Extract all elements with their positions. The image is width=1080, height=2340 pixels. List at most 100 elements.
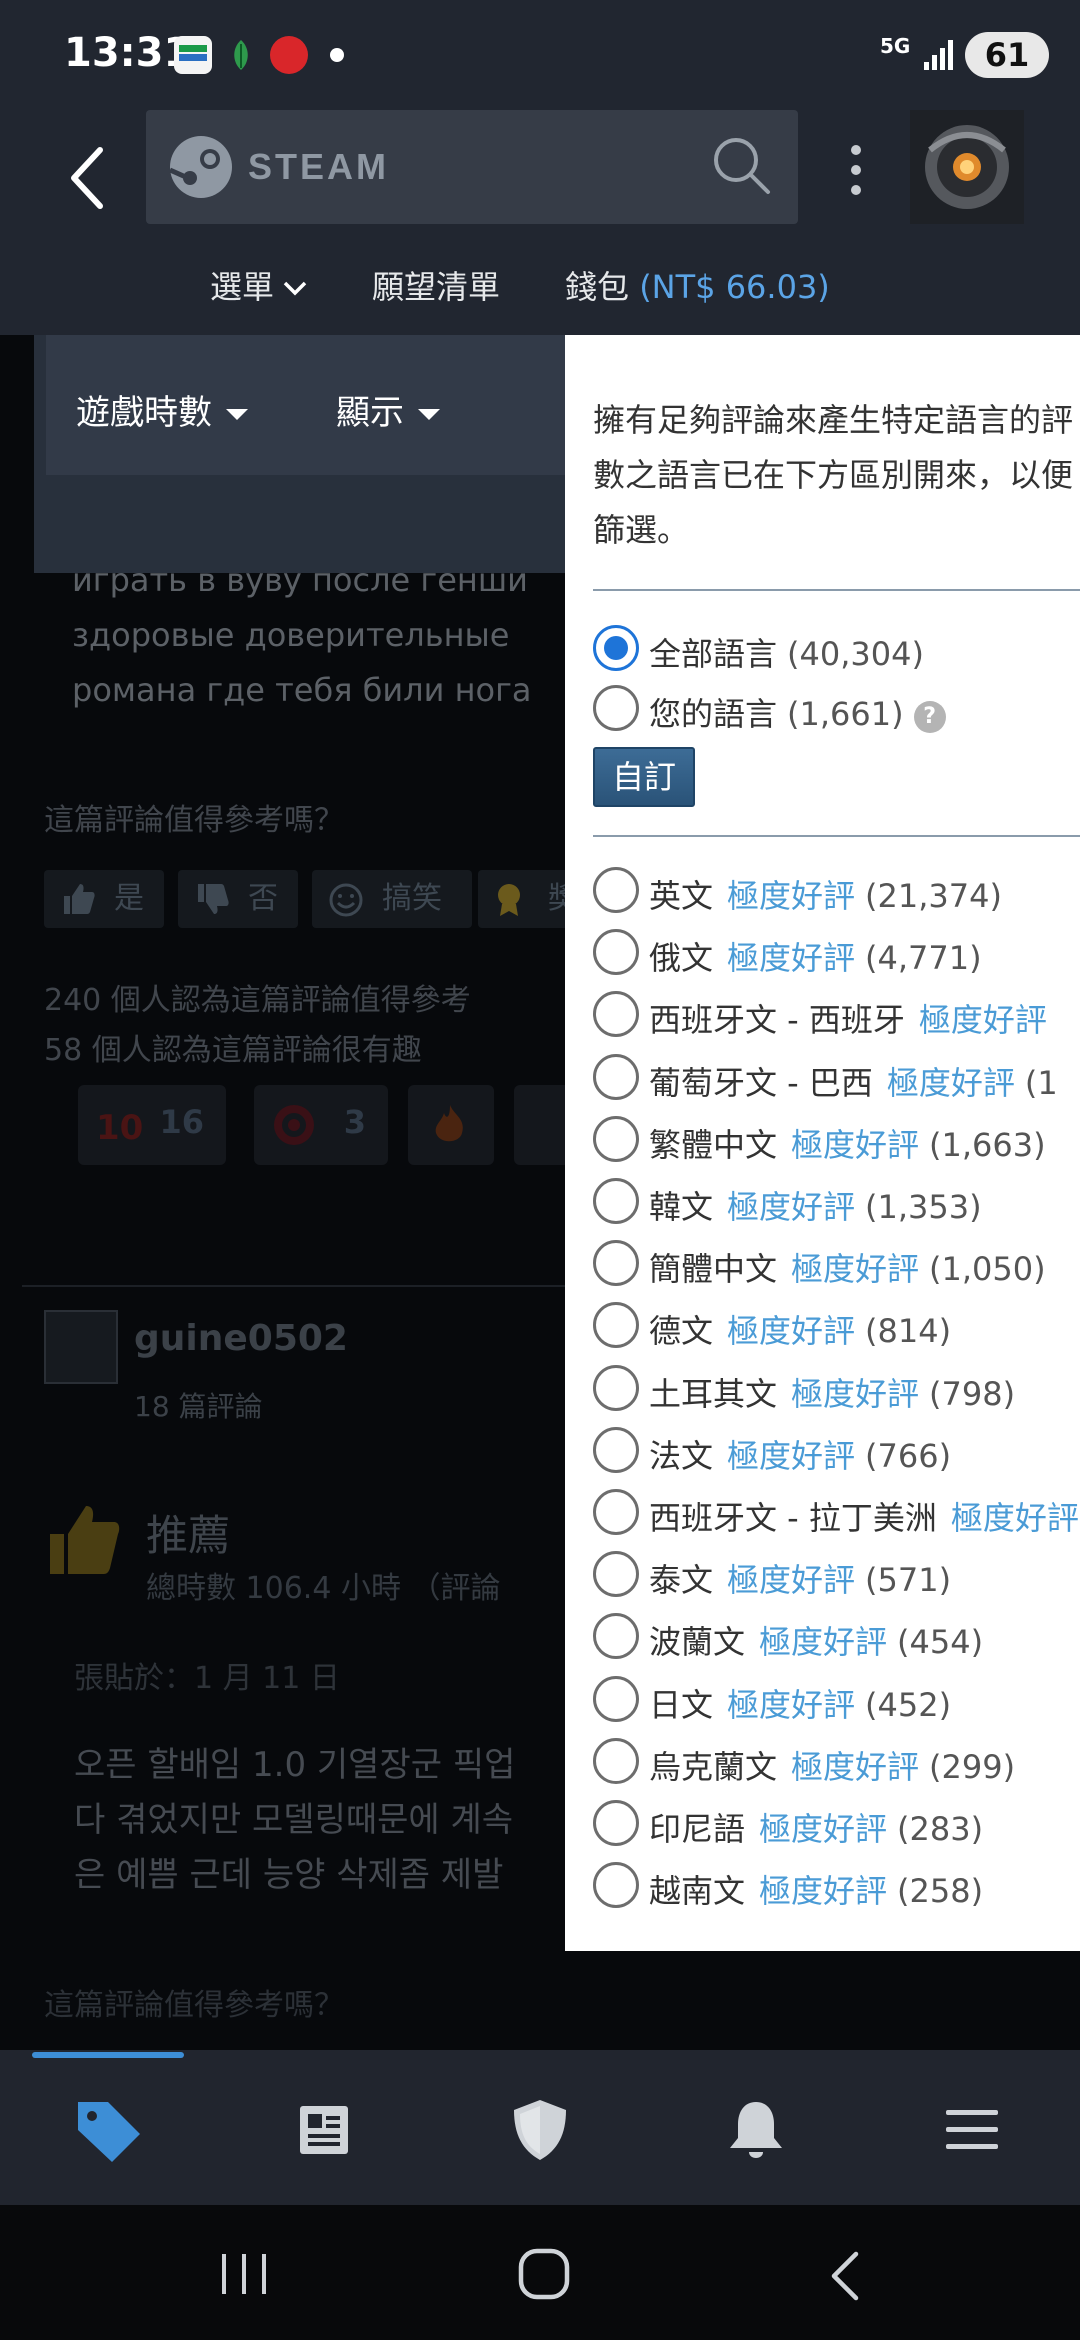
award-badge-target[interactable]: 3 [254, 1085, 388, 1165]
radio-button[interactable] [593, 1551, 639, 1597]
guard-shield-icon[interactable] [500, 2090, 580, 2170]
notification-bell-icon[interactable] [716, 2090, 796, 2170]
back-arrow-icon[interactable] [60, 140, 116, 216]
nav-menu[interactable]: 選單 [210, 262, 308, 308]
radio-button[interactable] [593, 1738, 639, 1784]
recent-apps-icon[interactable] [216, 2250, 272, 2298]
robot-core-avatar-icon [910, 110, 1024, 224]
language-review-count: (1,050) [929, 1250, 1046, 1288]
language-rating[interactable]: 極度好評 [727, 1561, 855, 1599]
language-review-count: (258) [897, 1872, 984, 1910]
radio-button-selected[interactable] [593, 625, 639, 671]
language-rating[interactable]: 極度好評 [759, 1872, 887, 1910]
your-languages-count: (1,661) [787, 695, 904, 733]
language-rating[interactable]: 極度好評 [727, 1188, 855, 1226]
search-icon[interactable] [710, 134, 772, 196]
red-app-icon [270, 36, 308, 74]
nav-wishlist[interactable]: 願望清單 [372, 262, 500, 308]
review-text-line: играть в вуву после генши [72, 561, 528, 599]
language-rating[interactable]: 極度好評 [791, 1748, 919, 1786]
reviewer-avatar[interactable] [44, 1310, 118, 1384]
language-rating[interactable]: 極度好評 [951, 1499, 1079, 1537]
language-name: 葡萄牙文 - 巴西 [649, 1064, 873, 1102]
language-rating[interactable]: 極度好評 [727, 1437, 855, 1475]
radio-button[interactable] [593, 991, 639, 1037]
radio-button[interactable] [593, 929, 639, 975]
award-badge-100[interactable]: 100 16 [78, 1085, 226, 1165]
active-tab-indicator [32, 2052, 184, 2058]
language-review-count: (454) [897, 1623, 984, 1661]
language-rating[interactable]: 極度好評 [727, 1312, 855, 1350]
language-review-count: (21,374) [865, 877, 1002, 915]
store-tag-icon[interactable] [68, 2090, 148, 2170]
system-back-icon[interactable] [826, 2250, 866, 2302]
reviewer-review-count[interactable]: 18 篇評論 [134, 1385, 263, 1425]
display-filter[interactable]: 顯示 [336, 385, 440, 434]
customize-languages-button[interactable]: 自訂 [593, 747, 695, 807]
search-input[interactable]: STEAM [146, 110, 798, 224]
playtime-filter[interactable]: 遊戲時數 [76, 385, 248, 434]
language-rating[interactable]: 極度好評 [759, 1810, 887, 1848]
language-name: 烏克蘭文 [649, 1748, 778, 1786]
language-rating[interactable]: 極度好評 [887, 1064, 1015, 1102]
language-rating[interactable]: 極度好評 [727, 939, 855, 977]
language-name: 西班牙文 - 拉丁美洲 [649, 1499, 937, 1537]
language-review-count: (452) [865, 1686, 952, 1724]
award-badge-fire[interactable] [408, 1085, 494, 1165]
vote-yes-label: 是 [114, 881, 144, 916]
radio-button[interactable] [593, 1862, 639, 1908]
description-line: 擁有足夠評論來產生特定語言的評 [593, 401, 1074, 439]
language-review-count: (814) [865, 1312, 952, 1350]
language-name: 英文 [649, 877, 714, 915]
language-name: 韓文 [649, 1188, 714, 1226]
vote-no-button[interactable]: 否 [178, 870, 298, 928]
more-vertical-icon[interactable] [838, 140, 874, 200]
news-icon[interactable] [284, 2090, 364, 2170]
reviewer-name[interactable]: guine0502 [134, 1318, 348, 1359]
radio-button[interactable] [593, 1427, 639, 1473]
vote-yes-button[interactable]: 是 [44, 870, 164, 928]
display-filter-label: 顯示 [336, 393, 404, 433]
thumbs-down-icon [198, 884, 229, 914]
radio-button[interactable] [593, 1489, 639, 1535]
radio-button[interactable] [593, 867, 639, 913]
language-rating[interactable]: 極度好評 [791, 1375, 919, 1413]
language-name: 西班牙文 - 西班牙 [649, 1001, 905, 1039]
language-popup-description: 擁有足夠評論來產生特定語言的評 數之語言已在下方區別開來，以便 篩選。 [593, 393, 1080, 558]
description-line: 數之語言已在下方區別開來，以便 [593, 456, 1074, 494]
language-rating[interactable]: 極度好評 [727, 877, 855, 915]
radio-button[interactable] [593, 1116, 639, 1162]
radio-button[interactable] [593, 1178, 639, 1224]
language-rating[interactable]: 極度好評 [791, 1126, 919, 1164]
award-count: 3 [343, 1103, 366, 1141]
vote-funny-button[interactable]: 搞笑 [312, 870, 472, 928]
radio-button[interactable] [593, 1800, 639, 1846]
language-review-count: (283) [897, 1810, 984, 1848]
dropdown-triangle-icon [418, 409, 440, 420]
radio-button[interactable] [593, 685, 639, 731]
hundred-points-icon: 100 [96, 1108, 144, 1148]
fire-award-icon [435, 1105, 463, 1142]
dropdown-triangle-icon [226, 409, 248, 420]
popup-divider [593, 835, 1080, 837]
nav-wallet[interactable]: 錢包 (NT$ 66.03) [565, 262, 830, 308]
helpful-question: 這篇評論值得參考嗎？ [44, 1988, 344, 2023]
help-question-icon[interactable]: ? [913, 701, 946, 733]
language-name: 繁體中文 [649, 1126, 778, 1164]
language-rating[interactable]: 極度好評 [727, 1686, 855, 1724]
language-rating[interactable]: 極度好評 [919, 1001, 1047, 1039]
radio-button[interactable] [593, 1240, 639, 1286]
menu-icon[interactable] [932, 2090, 1012, 2170]
wallet-label: 錢包 [565, 268, 630, 306]
radio-button[interactable] [593, 1054, 639, 1100]
radio-button[interactable] [593, 1365, 639, 1411]
language-rating[interactable]: 極度好評 [791, 1250, 919, 1288]
language-rating[interactable]: 極度好評 [759, 1623, 887, 1661]
user-avatar[interactable] [910, 110, 1024, 224]
radio-button[interactable] [593, 1613, 639, 1659]
your-languages-label: 您的語言 [649, 695, 778, 733]
home-icon[interactable] [516, 2246, 572, 2302]
radio-button[interactable] [593, 1676, 639, 1722]
language-name: 印尼語 [649, 1810, 746, 1848]
radio-button[interactable] [593, 1302, 639, 1348]
